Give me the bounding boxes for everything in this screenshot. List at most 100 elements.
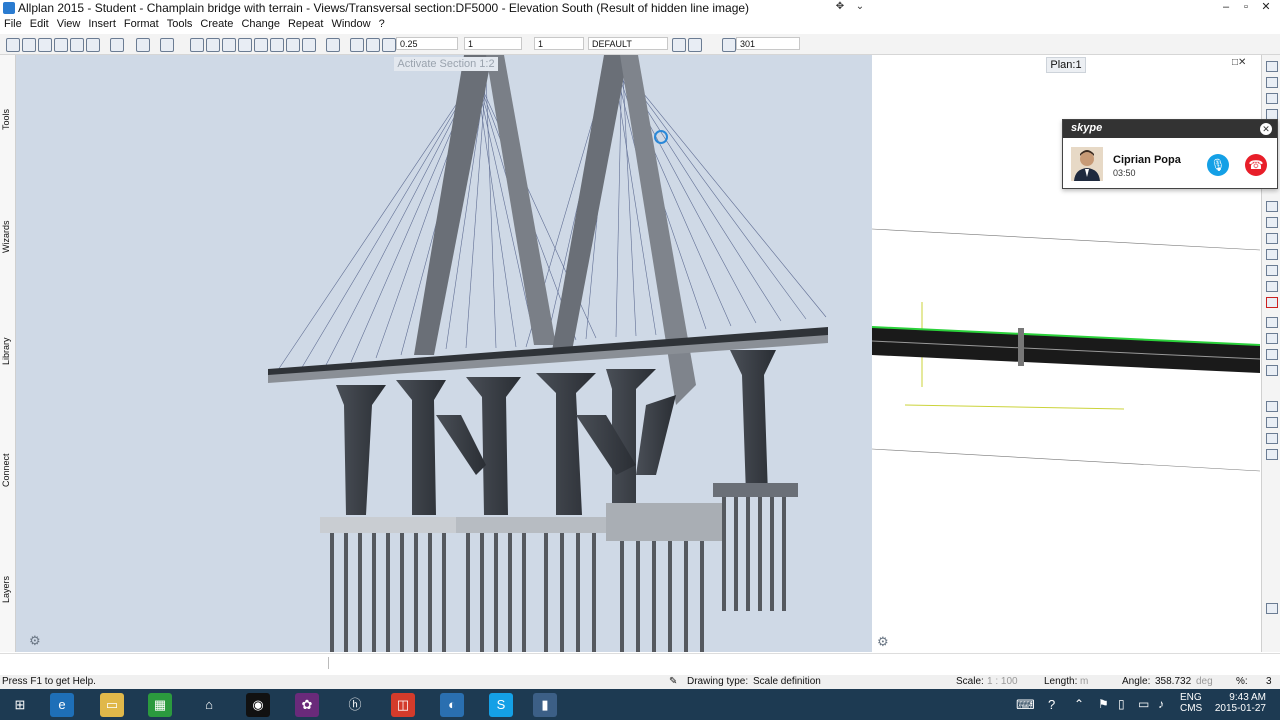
skype-taskbar-icon[interactable]: S	[489, 693, 513, 717]
sidebar-tab-connect[interactable]: Connect	[0, 415, 15, 530]
menu-format[interactable]: Format	[124, 18, 159, 30]
elevation-viewport[interactable]: ⚙ Activate Section 1:2	[16, 55, 872, 652]
sidebar-tab-wizards[interactable]: Wizards	[0, 185, 15, 295]
save-icon[interactable]	[70, 38, 84, 52]
transform-icon[interactable]	[1266, 249, 1278, 260]
menu-file[interactable]: File	[4, 18, 22, 30]
menu-window[interactable]: Window	[331, 18, 370, 30]
menu-tools[interactable]: Tools	[167, 18, 193, 30]
keyboard-icon[interactable]: ⌨	[1016, 697, 1035, 728]
clock[interactable]: 9:43 AM 2015-01-27	[1214, 692, 1266, 723]
layer-visibility-icon[interactable]	[688, 38, 702, 52]
layer-select[interactable]: DEFAULT	[588, 37, 668, 50]
viewport-label[interactable]: Activate Section 1:2	[394, 57, 498, 71]
volume-icon[interactable]: ♪	[1158, 697, 1164, 728]
sidebar-tab-library[interactable]: Library	[0, 300, 15, 415]
sidebar-tab-tools[interactable]: Tools	[0, 70, 15, 180]
object-icon[interactable]	[1266, 201, 1278, 212]
length-unit[interactable]: m	[1080, 676, 1088, 687]
angle-unit[interactable]: deg	[1196, 676, 1213, 687]
photo-app-icon[interactable]: ✿	[295, 693, 319, 717]
hang-up-button[interactable]: ☎	[1245, 154, 1267, 176]
perpendicular-icon[interactable]	[1266, 365, 1278, 376]
track-icon[interactable]	[1266, 349, 1278, 360]
chevron-down-icon[interactable]: ⌄	[852, 1, 868, 15]
select-icon[interactable]	[1266, 417, 1278, 428]
home-icon[interactable]: ⌂	[197, 693, 221, 717]
copy-icon[interactable]	[86, 38, 100, 52]
minimize-button[interactable]: –	[1216, 1, 1236, 13]
navigation-gear-icon[interactable]: ⚙	[29, 634, 41, 649]
skype-call-window[interactable]: skype ✕ Ciprian Popa 03:50 🎙 ☎	[1062, 119, 1278, 189]
modify-icon[interactable]	[1266, 265, 1278, 276]
navigator-icon[interactable]	[1266, 603, 1278, 614]
file-explorer-icon[interactable]: ▭	[100, 693, 124, 717]
pattern-select[interactable]: 301	[736, 37, 800, 50]
language-indicator[interactable]: ENG CMS	[1180, 692, 1202, 723]
open-project-icon[interactable]	[22, 38, 36, 52]
line-type-select[interactable]: 1	[464, 37, 522, 50]
command-input[interactable]	[4, 657, 329, 669]
close-button[interactable]: ✕	[1256, 0, 1276, 13]
pen-icon[interactable]	[366, 38, 380, 52]
office-icon[interactable]: ◫	[391, 693, 415, 717]
allplan-taskbar-icon[interactable]: ◐	[440, 693, 464, 717]
view-3d-icon[interactable]	[302, 38, 316, 52]
layer-settings-icon[interactable]	[672, 38, 686, 52]
paste-icon[interactable]	[206, 38, 220, 52]
menu-change[interactable]: Change	[241, 18, 280, 30]
frame-icon[interactable]	[286, 38, 300, 52]
delete-icon[interactable]	[238, 38, 252, 52]
hp-icon[interactable]: ⓗ	[343, 693, 367, 717]
network-icon[interactable]: ▯	[1118, 697, 1125, 728]
snap-icon[interactable]	[1266, 317, 1278, 328]
filter-icon[interactable]	[1266, 401, 1278, 412]
new-file-icon[interactable]	[6, 38, 20, 52]
redo-icon[interactable]	[160, 38, 174, 52]
internet-explorer-icon[interactable]: e	[50, 693, 74, 717]
menu-repeat[interactable]: Repeat	[288, 18, 323, 30]
move-icon[interactable]	[1266, 233, 1278, 244]
tray-chevron-icon[interactable]: ⌃	[1074, 697, 1084, 728]
microphone-button[interactable]: 🎙	[1207, 154, 1229, 176]
stretch-icon[interactable]	[1266, 281, 1278, 292]
plan-navigation-gear-icon[interactable]: ⚙	[877, 635, 889, 650]
delete-object-icon[interactable]	[1266, 297, 1278, 308]
mirror-icon[interactable]	[270, 38, 284, 52]
point-icon[interactable]	[1266, 333, 1278, 344]
hatch-icon[interactable]	[722, 38, 736, 52]
menu-help[interactable]: ?	[379, 18, 385, 30]
plot-preview-icon[interactable]	[110, 38, 124, 52]
undo-icon[interactable]	[136, 38, 150, 52]
menu-view[interactable]: View	[57, 18, 81, 30]
format-painter-icon[interactable]	[350, 38, 364, 52]
menu-edit[interactable]: Edit	[30, 18, 49, 30]
plan-close-icon[interactable]: ✕	[1238, 57, 1246, 68]
sidebar-tab-layers[interactable]: Layers	[0, 535, 15, 650]
edit-icon[interactable]	[1266, 77, 1278, 88]
cut-icon[interactable]	[190, 38, 204, 52]
store-icon[interactable]: ▦	[148, 693, 172, 717]
fileset-icon[interactable]	[38, 38, 52, 52]
funnel-icon[interactable]	[1266, 449, 1278, 460]
print-icon[interactable]	[54, 38, 68, 52]
media-icon[interactable]: ◉	[246, 693, 270, 717]
help-tray-icon[interactable]: ?	[1048, 697, 1055, 728]
allplan-app-icon[interactable]	[3, 2, 15, 14]
allplan-active-icon[interactable]: ▮	[533, 693, 557, 717]
rotate-icon[interactable]	[254, 38, 268, 52]
zoom-icon[interactable]	[326, 38, 340, 52]
sum-icon[interactable]	[1266, 433, 1278, 444]
pin-icon[interactable]: ✥	[832, 1, 848, 15]
flag-icon[interactable]: ⚑	[1098, 697, 1109, 728]
drawing-type-value[interactable]: Scale definition	[753, 676, 821, 687]
plan-label[interactable]: Plan:1	[1046, 57, 1086, 73]
color-select[interactable]: 1	[534, 37, 584, 50]
measure-icon[interactable]	[1266, 93, 1278, 104]
skype-close-icon[interactable]: ✕	[1260, 123, 1272, 135]
windows-start-icon[interactable]: ⊞	[8, 693, 32, 717]
menu-create[interactable]: Create	[200, 18, 233, 30]
battery-icon[interactable]: ▭	[1138, 697, 1149, 728]
menu-insert[interactable]: Insert	[88, 18, 116, 30]
draw-line-icon[interactable]	[1266, 61, 1278, 72]
